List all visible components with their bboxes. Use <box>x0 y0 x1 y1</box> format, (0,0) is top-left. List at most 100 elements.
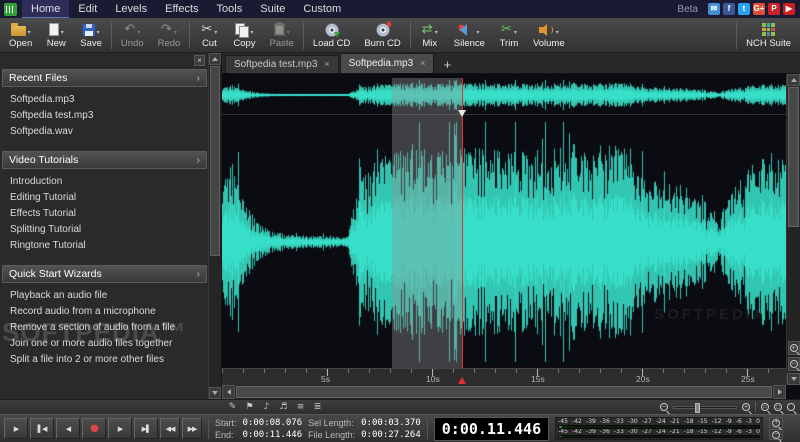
scroll-down-arrow-icon[interactable] <box>787 373 800 385</box>
volume-button[interactable]: Volume <box>526 18 572 52</box>
cursor-handle-icon[interactable] <box>458 110 466 117</box>
mail-icon[interactable]: ✉ <box>708 3 720 15</box>
save-button[interactable]: Save <box>73 18 109 52</box>
trim-button[interactable]: ✂ Trim <box>492 18 526 52</box>
menu-home[interactable]: Home <box>22 0 69 18</box>
sidebar-item-wizard[interactable]: Record audio from a microphone <box>2 304 207 320</box>
dropdown-arrow-icon[interactable] <box>514 21 517 39</box>
dropdown-arrow-icon[interactable] <box>435 21 438 39</box>
youtube-icon[interactable]: ▶ <box>783 3 795 15</box>
cut-button[interactable]: ✂ Cut <box>192 18 226 52</box>
vertical-zoom-in-button[interactable] <box>788 341 800 355</box>
dropdown-arrow-icon[interactable] <box>250 21 253 39</box>
new-button[interactable]: New <box>39 18 73 52</box>
dropdown-arrow-icon[interactable] <box>97 21 100 39</box>
tab-softpedia-test-mp3[interactable]: Softpedia test.mp3 × <box>225 55 339 73</box>
vertical-scrollbar[interactable] <box>786 74 800 385</box>
zoom-slider-thumb[interactable] <box>695 403 700 413</box>
meter-zoom-in-button[interactable] <box>769 417 783 428</box>
copy-button[interactable]: Copy <box>226 18 262 52</box>
dropdown-arrow-icon[interactable] <box>61 21 64 39</box>
menu-custom[interactable]: Custom <box>294 0 350 18</box>
burn-cd-button[interactable]: Burn CD <box>357 18 407 52</box>
sidebar-item-wizard[interactable]: Join one or more audio files together <box>2 336 207 352</box>
menu-edit[interactable]: Edit <box>69 0 106 18</box>
sidebar-item-wizard[interactable]: Split a file into 2 or more other files <box>2 352 207 368</box>
scroll-up-arrow-icon[interactable] <box>787 74 800 86</box>
sidebar-section-header-video-tutorials[interactable]: Video Tutorials <box>2 151 207 169</box>
timeline-ruler[interactable]: 5s10s15s20s25s <box>222 368 786 385</box>
selection-region[interactable] <box>392 78 462 368</box>
open-button[interactable]: Open <box>2 18 39 52</box>
menu-suite[interactable]: Suite <box>251 0 294 18</box>
horizontal-scrollbar[interactable] <box>222 385 786 399</box>
zoom-slider[interactable] <box>673 406 737 409</box>
vertical-zoom-out-button[interactable] <box>788 357 800 371</box>
nch-suite-button[interactable]: NCH Suite <box>739 18 798 52</box>
sidebar-section-header-recent-files[interactable]: Recent Files <box>2 69 207 87</box>
scroll-up-arrow-icon[interactable] <box>209 53 221 65</box>
zoom-out-icon[interactable] <box>660 403 668 411</box>
marker-tool-icon[interactable]: ⚑ <box>243 401 256 413</box>
menu-levels[interactable]: Levels <box>106 0 156 18</box>
mix-button[interactable]: ⇄ Mix <box>413 18 447 52</box>
undo-button[interactable]: ↶ Undo <box>114 18 151 52</box>
silence-button[interactable]: Silence <box>447 18 492 52</box>
next-file-button[interactable]: ▶▶ <box>182 418 202 439</box>
sidebar-item-tutorial[interactable]: Introduction <box>2 174 207 190</box>
sidebar-item-recent-file[interactable]: Softpedia test.mp3 <box>2 108 207 124</box>
dropdown-arrow-icon[interactable] <box>556 21 559 39</box>
load-cd-button[interactable]: Load CD <box>306 18 358 52</box>
sidebar-item-recent-file[interactable]: Softpedia.mp3 <box>2 92 207 108</box>
pinterest-icon[interactable]: P <box>768 3 780 15</box>
tab-close-icon[interactable]: × <box>324 60 329 69</box>
sidebar-item-wizard[interactable]: Remove a section of audio from a file <box>2 320 207 336</box>
rewind-button[interactable]: ◀ <box>56 418 80 439</box>
sidebar-item-recent-file[interactable]: Softpedia.wav <box>2 124 207 140</box>
previous-file-button[interactable]: ◀◀ <box>160 418 180 439</box>
scrollbar-thumb[interactable] <box>210 66 220 256</box>
googleplus-icon[interactable]: G+ <box>753 3 765 15</box>
fast-forward-button[interactable]: ▶ <box>108 418 132 439</box>
play-button[interactable]: ▶ <box>4 418 28 439</box>
dropdown-arrow-icon[interactable] <box>137 21 140 39</box>
pencil-tool-icon[interactable]: ✎ <box>226 401 239 413</box>
tab-softpedia-mp3[interactable]: Softpedia.mp3 × <box>340 53 435 73</box>
sidebar-item-tutorial[interactable]: Effects Tutorial <box>2 206 207 222</box>
sidebar-item-tutorial[interactable]: Editing Tutorial <box>2 190 207 206</box>
zoom-vertical-icon[interactable] <box>787 403 795 411</box>
sidebar-close-icon[interactable]: × <box>194 55 205 66</box>
dropdown-arrow-icon[interactable] <box>287 21 290 39</box>
facebook-icon[interactable]: f <box>723 3 735 15</box>
dropdown-arrow-icon[interactable] <box>28 21 31 39</box>
snap-options-icon[interactable]: ≣ <box>311 401 324 413</box>
new-tab-button[interactable]: + <box>439 57 455 73</box>
bookmark-list-icon[interactable]: ≡ <box>294 401 307 413</box>
waveform-main[interactable] <box>222 118 786 366</box>
sidebar-item-wizard[interactable]: Playback an audio file <box>2 288 207 304</box>
tab-close-icon[interactable]: × <box>420 59 425 68</box>
meter-zoom-out-button[interactable] <box>769 429 783 440</box>
waveform-overview[interactable] <box>222 78 786 112</box>
zoom-full-file-icon[interactable] <box>774 403 782 411</box>
scroll-down-arrow-icon[interactable] <box>209 387 221 399</box>
scrollbar-thumb[interactable] <box>236 386 772 398</box>
scroll-right-arrow-icon[interactable] <box>773 385 786 399</box>
scrollbar-thumb[interactable] <box>788 87 799 227</box>
scroll-left-arrow-icon[interactable] <box>222 385 235 399</box>
paste-button[interactable]: Paste <box>263 18 301 52</box>
sidebar-section-header-quick-start-wizards[interactable]: Quick Start Wizards <box>2 265 207 283</box>
sidebar-scrollbar[interactable] <box>208 53 221 399</box>
menu-effects[interactable]: Effects <box>156 0 207 18</box>
sidebar-item-tutorial[interactable]: Ringtone Tutorial <box>2 238 207 254</box>
zoom-in-icon[interactable] <box>742 403 750 411</box>
cursor-marker-icon[interactable] <box>458 377 466 384</box>
go-to-end-button[interactable]: ▶▌ <box>134 418 158 439</box>
redo-button[interactable]: ↷ Redo <box>151 18 188 52</box>
dropdown-arrow-icon[interactable] <box>214 21 217 39</box>
speaker-muted-icon[interactable]: ♬ <box>277 401 290 413</box>
twitter-icon[interactable]: t <box>738 3 750 15</box>
dropdown-arrow-icon[interactable] <box>174 21 177 39</box>
sidebar-item-tutorial[interactable]: Splitting Tutorial <box>2 222 207 238</box>
record-button[interactable]: ● <box>82 418 106 439</box>
